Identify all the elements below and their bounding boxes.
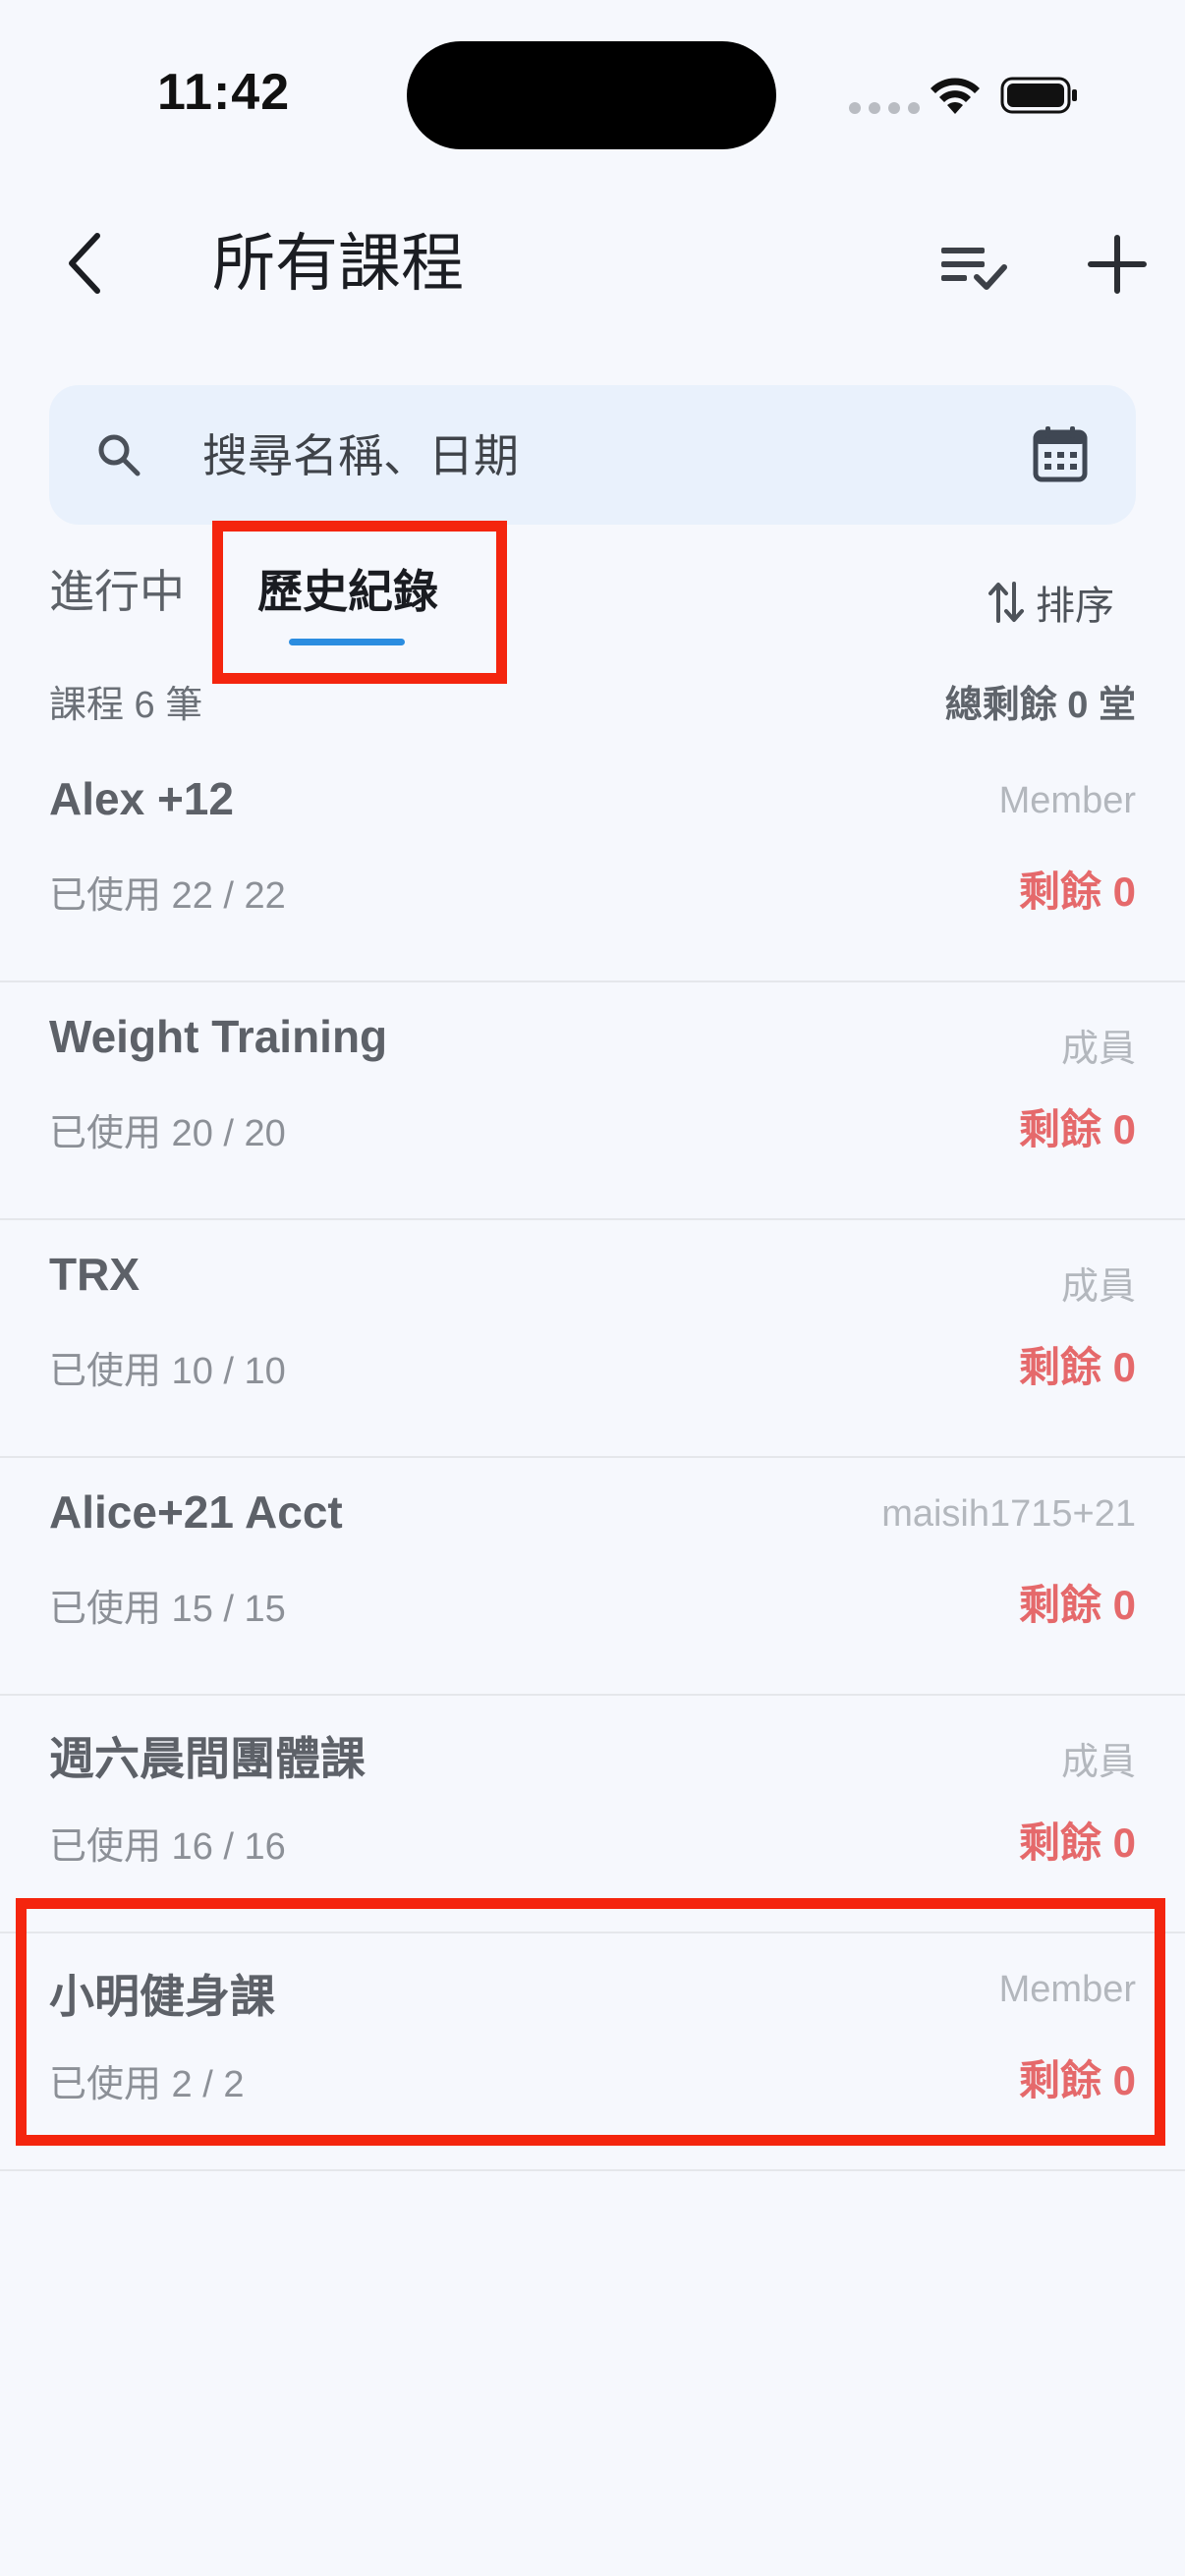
cellular-signal-icon bbox=[849, 102, 920, 114]
course-remaining: 剩餘 0 bbox=[1018, 1582, 1136, 1628]
course-item[interactable]: Weight Training 成員 已使用 20 / 20 剩餘 0 bbox=[0, 982, 1185, 1220]
course-role: 成員 bbox=[1060, 1266, 1136, 1308]
dynamic-island bbox=[407, 41, 776, 149]
course-role: maisih1715+21 bbox=[881, 1493, 1136, 1535]
course-role: Member bbox=[998, 780, 1136, 821]
search-input[interactable] bbox=[200, 415, 1010, 497]
course-item[interactable]: Alex +12 Member 已使用 22 / 22 剩餘 0 bbox=[0, 745, 1185, 982]
course-remaining: 剩餘 0 bbox=[1018, 1106, 1136, 1152]
course-role: 成員 bbox=[1060, 1742, 1136, 1783]
course-remaining: 剩餘 0 bbox=[1018, 868, 1136, 915]
search-icon bbox=[98, 434, 141, 476]
course-used: 已使用 15 / 15 bbox=[49, 1589, 286, 1630]
back-button[interactable] bbox=[49, 224, 118, 303]
course-name: 週六晨間團體課 bbox=[49, 1733, 366, 1784]
course-name: Weight Training bbox=[49, 1011, 388, 1062]
course-name: Alex +12 bbox=[49, 773, 234, 824]
course-used: 已使用 22 / 22 bbox=[49, 875, 286, 917]
total-remaining: 總剩餘 0 堂 bbox=[944, 685, 1136, 726]
course-item-highlight bbox=[16, 1898, 1165, 2146]
course-name: Alice+21 Acct bbox=[49, 1486, 343, 1538]
wifi-icon bbox=[931, 78, 980, 114]
tab-history-highlight bbox=[212, 521, 507, 684]
search-bar[interactable] bbox=[49, 385, 1136, 525]
sort-button[interactable]: 排序 bbox=[987, 574, 1114, 631]
sort-label: 排序 bbox=[1036, 585, 1114, 628]
filter-list-button[interactable] bbox=[935, 234, 1010, 297]
course-role: 成員 bbox=[1060, 1029, 1136, 1070]
course-used: 已使用 16 / 16 bbox=[49, 1826, 286, 1868]
course-name: TRX bbox=[49, 1249, 140, 1300]
course-used: 已使用 10 / 10 bbox=[49, 1351, 286, 1392]
sort-arrows-icon bbox=[988, 582, 1024, 623]
status-time: 11:42 bbox=[157, 64, 291, 121]
page-title: 所有課程 bbox=[212, 228, 464, 299]
course-remaining: 剩餘 0 bbox=[1018, 1820, 1136, 1866]
chevron-left-icon bbox=[69, 233, 100, 294]
course-item[interactable]: TRX 成員 已使用 10 / 10 剩餘 0 bbox=[0, 1220, 1185, 1458]
calendar-icon[interactable] bbox=[1032, 424, 1089, 483]
course-remaining: 剩餘 0 bbox=[1018, 1344, 1136, 1390]
course-count: 課程 6 筆 bbox=[49, 685, 203, 726]
course-item[interactable]: Alice+21 Acct maisih1715+21 已使用 15 / 15 … bbox=[0, 1458, 1185, 1696]
add-course-button[interactable] bbox=[1081, 228, 1154, 301]
tab-in-progress[interactable]: 進行中 bbox=[49, 562, 185, 621]
battery-icon bbox=[1000, 77, 1077, 114]
course-used: 已使用 20 / 20 bbox=[49, 1113, 286, 1154]
